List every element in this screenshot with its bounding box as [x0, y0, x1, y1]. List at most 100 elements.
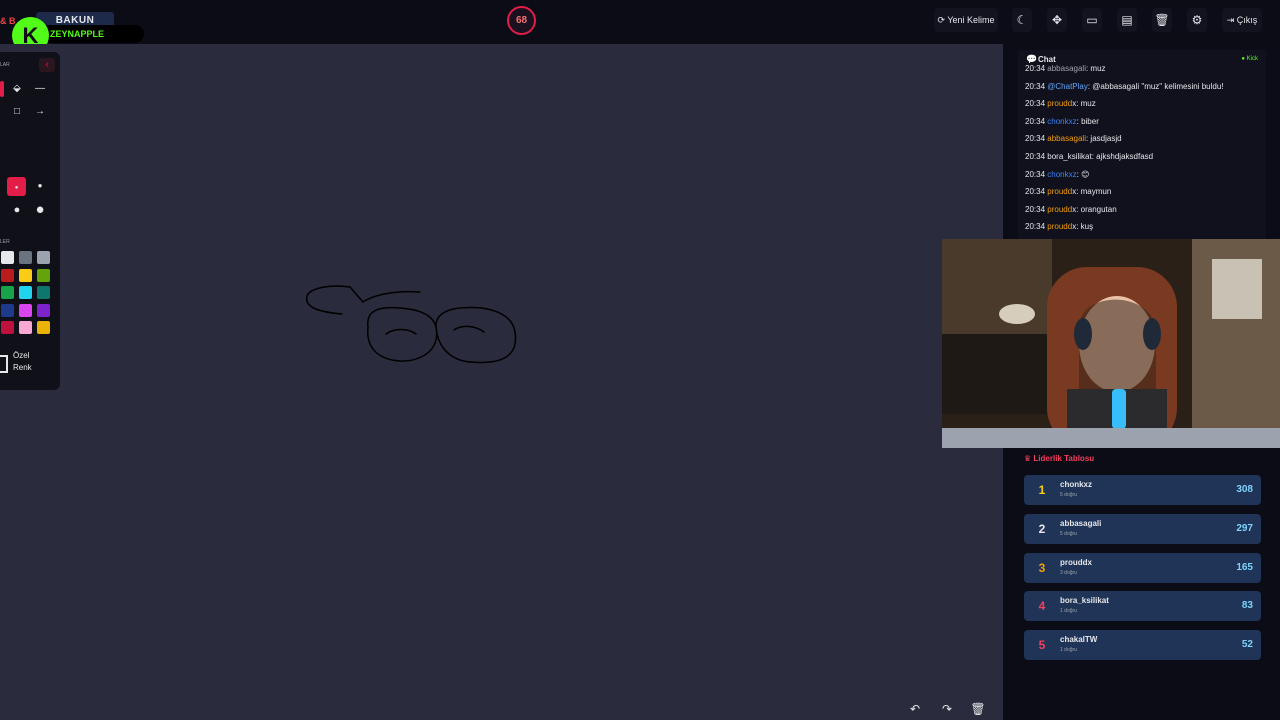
color-swatch[interactable] — [1, 268, 14, 282]
square-icon: □ — [13, 106, 21, 117]
move-icon: ✥ — [1051, 13, 1063, 27]
chat-message: 20:34 prouddx: orangutan — [1025, 205, 1117, 214]
chat-username[interactable]: abbasagali — [1047, 134, 1086, 143]
color-swatch[interactable] — [1, 251, 14, 264]
top-bar: & B BAKUN ZEYNAPPLE K 68 ⟳ Yeni Kelime ☾… — [0, 0, 1280, 54]
leaderboard-rank: 2 — [1038, 521, 1046, 536]
brush-size-xlarge[interactable]: ● — [32, 202, 48, 218]
new-word-label: Yeni Kelime — [947, 15, 995, 25]
leaderboard-score: 83 — [1241, 600, 1253, 612]
redo-button[interactable]: ↷ — [938, 700, 956, 718]
leaderboard-row: 1 chonkxz 5 doğru 308 — [1024, 475, 1261, 505]
drawing-canvas[interactable]: ↶ ↷ 🗑 — [0, 44, 1003, 720]
arrow-tool[interactable]: → — [32, 104, 48, 120]
keyboard-icon: ▭ — [1086, 13, 1098, 27]
leaderboard-name: prouddx — [1060, 557, 1092, 567]
chat-username[interactable]: abbasagali — [1047, 64, 1086, 73]
leaderboard-rank: 1 — [1038, 483, 1046, 497]
chat-message: 20:34 abbasagali: muz — [1025, 64, 1106, 73]
refresh-icon: ⟳ — [937, 15, 945, 25]
chat-message: 20:34 prouddx: muz — [1025, 99, 1096, 108]
chat-message: 20:34 abbasagali: jasdjasjd — [1025, 134, 1122, 143]
brush-size-medium[interactable]: ● — [32, 178, 48, 194]
leaderboard-title-text: Liderlik Tablosu — [1033, 454, 1095, 463]
undo-button[interactable]: ↶ — [906, 700, 924, 718]
color-swatch[interactable] — [19, 303, 32, 317]
leaderboard-correct-count: 5 doğru — [1060, 492, 1077, 498]
leaderboard-score: 297 — [1236, 522, 1253, 534]
settings-button[interactable]: ⚙ — [1187, 8, 1207, 32]
chevron-left-icon: ‹ — [45, 59, 49, 70]
chat-message: 20:34 prouddx: kuş — [1025, 222, 1093, 231]
gear-icon: ⚙ — [1191, 13, 1203, 27]
pen-tool[interactable] — [0, 81, 4, 97]
color-swatch[interactable] — [37, 286, 50, 300]
tools-label: LAR — [0, 62, 10, 68]
leaderboard-rank: 3 — [1038, 560, 1046, 575]
eraser-tool[interactable]: ⬙ — [9, 81, 25, 97]
color-swatch[interactable] — [1, 303, 14, 317]
chat-time: 20:34 — [1025, 99, 1046, 109]
leaderboard-rank: 4 — [1038, 599, 1046, 614]
color-swatch[interactable] — [37, 251, 50, 264]
chat-time: 20:34 — [1025, 64, 1046, 73]
brand-partial-text: & B — [0, 16, 16, 26]
colors-label: LER — [0, 239, 10, 245]
moon-icon: ☾ — [1016, 13, 1028, 27]
leaderboard-row: 5 chakalTW 1 doğru 52 — [1024, 630, 1261, 661]
chat-text: : muz — [1085, 64, 1106, 73]
webcam-image — [942, 239, 1280, 448]
move-button[interactable]: ✥ — [1047, 8, 1067, 32]
chat-message: 20:34 @ChatPlay: @abbasagali "muz" kelim… — [1025, 82, 1224, 91]
chat-username[interactable]: chonkxz — [1047, 117, 1076, 126]
custom-color-label: Özel Renk — [13, 351, 32, 372]
color-swatch[interactable] — [19, 321, 32, 335]
kick-status-label: Kick — [1246, 56, 1258, 62]
chat-time: 20:34 — [1025, 204, 1046, 214]
brush-size-small[interactable]: ● — [7, 177, 26, 196]
logout-button[interactable]: ⇥ Çıkış — [1222, 8, 1262, 32]
leaderboard-score: 52 — [1241, 639, 1253, 651]
kick-status: ● Kick — [1241, 56, 1258, 62]
line-tool[interactable]: — — [32, 81, 48, 97]
chat-username[interactable]: proudd — [1047, 205, 1072, 214]
color-swatch[interactable] — [19, 251, 32, 264]
clear-canvas-button[interactable]: 🗑 — [969, 700, 987, 718]
webcam-feed — [942, 239, 1280, 448]
delete-button[interactable]: 🗑 — [1152, 8, 1172, 32]
keyboard-button[interactable]: ▭ — [1082, 8, 1102, 32]
color-swatch[interactable] — [1, 321, 14, 335]
redo-icon: ↷ — [941, 702, 953, 716]
chat-username[interactable]: proudd — [1047, 187, 1072, 196]
collapse-panel-button[interactable]: ‹ — [39, 58, 55, 72]
leaderboard-row: 2 abbasagali 5 doğru 297 — [1024, 513, 1261, 544]
chat-text: x: maymun — [1072, 187, 1112, 197]
color-swatch[interactable] — [37, 303, 50, 317]
brand-area: & B BAKUN ZEYNAPPLE K — [0, 6, 150, 54]
chat-username[interactable]: proudd — [1047, 99, 1072, 108]
color-swatch[interactable] — [37, 321, 50, 335]
brush-size-large[interactable]: ● — [9, 202, 25, 218]
dot-icon: ● — [14, 185, 19, 191]
chat-username[interactable]: @ChatPlay — [1047, 82, 1088, 91]
chat-text: : 😊 — [1076, 169, 1090, 179]
theme-toggle-button[interactable]: ☾ — [1012, 8, 1032, 32]
chat-message: 20:34 prouddx: maymun — [1025, 187, 1111, 196]
new-word-button[interactable]: ⟳ Yeni Kelime — [934, 8, 998, 32]
color-swatch[interactable] — [1, 286, 14, 300]
color-swatch[interactable] — [19, 268, 32, 282]
chat-username[interactable]: bora_ksilikat — [1047, 152, 1091, 161]
chat-username[interactable]: proudd — [1047, 222, 1072, 231]
chat-panel: 💬 Chat ● Kick 20:34 abbasagali: muz 20:34… — [1018, 50, 1266, 240]
chat-username[interactable]: chonkxz — [1047, 170, 1076, 179]
rectangle-tool[interactable]: □ — [9, 104, 25, 120]
custom-color-swatch[interactable] — [0, 355, 8, 373]
color-swatch[interactable] — [37, 268, 50, 282]
leaderboard-name: chonkxz — [1060, 480, 1093, 489]
archive-button[interactable]: ▤ — [1117, 8, 1137, 32]
chat-title: Chat — [1038, 55, 1056, 64]
color-swatch[interactable] — [19, 286, 32, 300]
line-icon: — — [35, 83, 45, 94]
leaderboard-correct-count: 3 doğru — [1060, 569, 1077, 576]
chat-text: : biber — [1076, 116, 1099, 126]
